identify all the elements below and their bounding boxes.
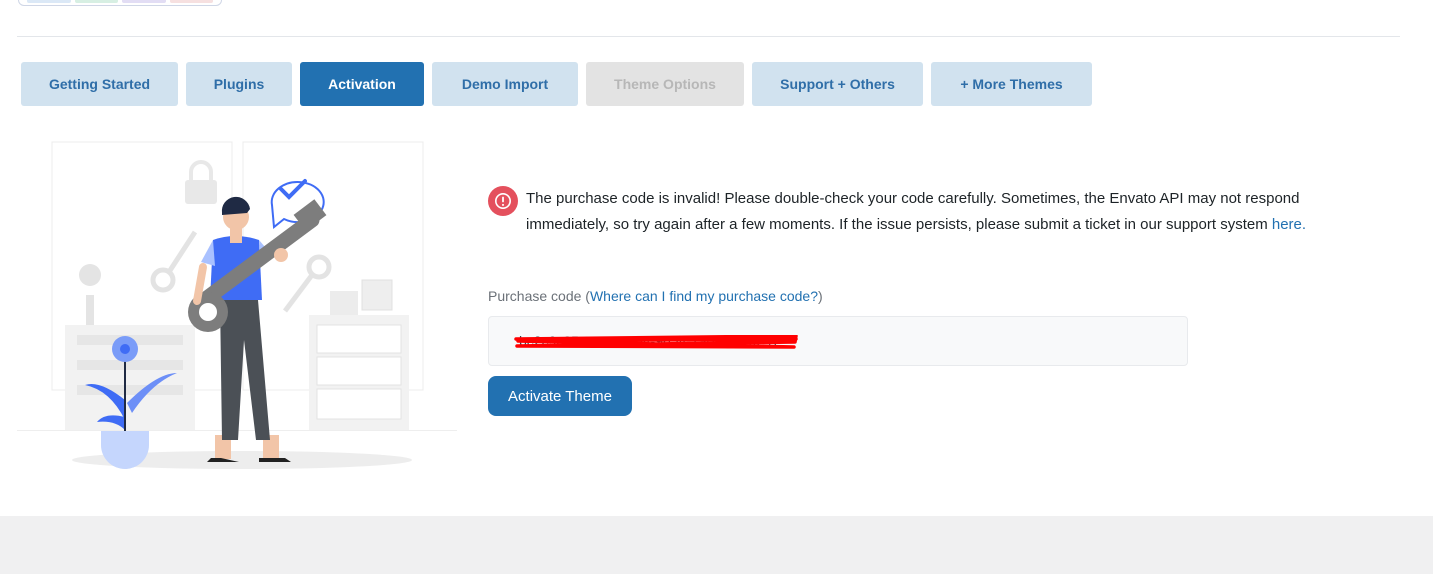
theme-thumbnails-strip <box>18 0 222 6</box>
purchase-code-input[interactable] <box>488 316 1188 366</box>
tab-theme-options: Theme Options <box>586 62 744 106</box>
tab-plugins[interactable]: Plugins <box>186 62 292 106</box>
tab-more-themes[interactable]: + More Themes <box>931 62 1092 106</box>
purchase-code-label: Purchase code (Where can I find my purch… <box>488 288 823 304</box>
invalid-code-notice: The purchase code is invalid! Please dou… <box>488 186 1308 238</box>
alert-circle-icon <box>488 186 518 216</box>
tab-demo-import[interactable]: Demo Import <box>432 62 578 106</box>
support-link[interactable]: here. <box>1272 216 1306 233</box>
find-purchase-code-link[interactable]: Where can I find my purchase code? <box>590 288 818 304</box>
dashboard-tabs: Getting Started Plugins Activation Demo … <box>21 62 1092 106</box>
purchase-code-label-text: Purchase code <box>488 288 582 304</box>
activate-theme-button[interactable]: Activate Theme <box>488 376 632 416</box>
footer-area <box>0 516 1433 574</box>
header-divider <box>17 36 1400 37</box>
notice-text: The purchase code is invalid! Please dou… <box>526 190 1300 233</box>
notice-message: The purchase code is invalid! Please dou… <box>526 186 1308 238</box>
tab-getting-started[interactable]: Getting Started <box>21 62 178 106</box>
tab-activation[interactable]: Activation <box>300 62 424 106</box>
tab-support-others[interactable]: Support + Others <box>752 62 923 106</box>
person-holding-key-illustration <box>17 141 457 469</box>
